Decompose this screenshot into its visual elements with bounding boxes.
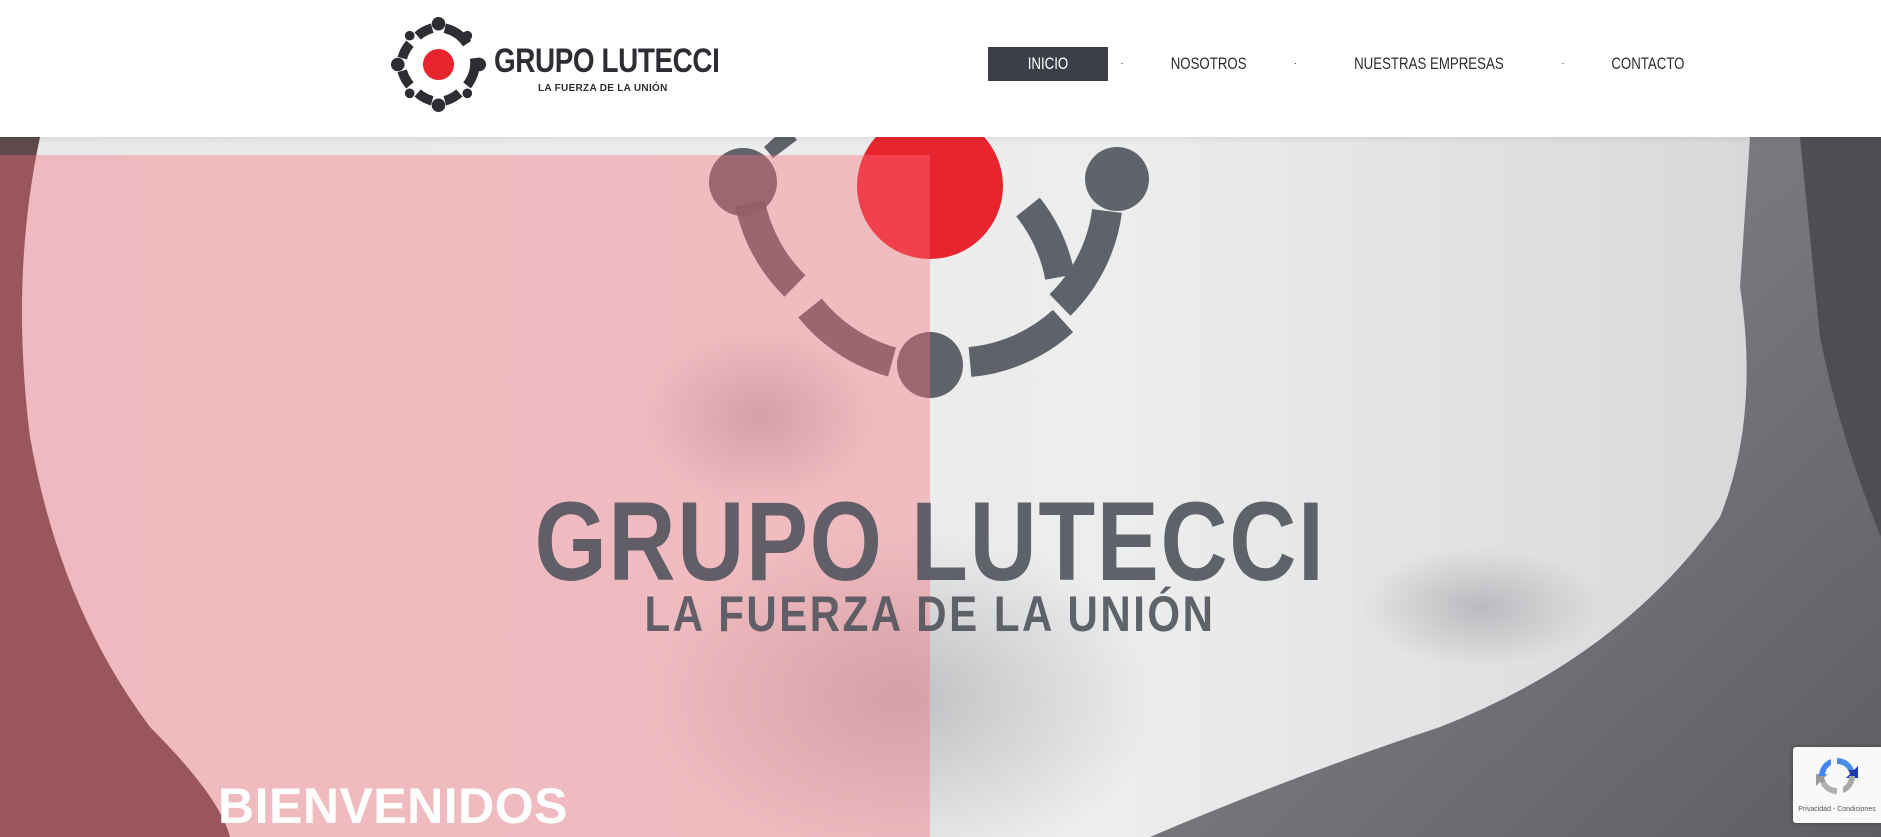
nav-item-nuestras-empresas[interactable]: NUESTRAS EMPRESAS bbox=[1336, 47, 1523, 81]
hero-tagline: LA FUERZA DE LA UNIÓN bbox=[644, 586, 1216, 642]
nav-item-inicio[interactable]: INICIO bbox=[988, 47, 1108, 81]
logo-link[interactable]: GRUPO LUTECCI LA FUERZA DE LA UNIÓN bbox=[390, 16, 720, 113]
hero-banner: GRUPO LUTECCI LA FUERZA DE LA UNIÓN BIEN… bbox=[0, 137, 1881, 837]
logo-tagline: LA FUERZA DE LA UNIÓN bbox=[538, 83, 668, 94]
recaptcha-icon bbox=[1816, 758, 1858, 794]
nav-separator: · bbox=[1293, 58, 1297, 69]
nav-separator: · bbox=[1561, 58, 1565, 69]
recaptcha-badge[interactable]: Privacidad - Condiciones bbox=[1793, 747, 1881, 823]
logo-title: GRUPO LUTECCI bbox=[494, 42, 720, 80]
nav-separator: · bbox=[1120, 58, 1124, 69]
main-nav: INICIO · NOSOTROS · NUESTRAS EMPRESAS · … bbox=[988, 47, 1719, 81]
site-header: GRUPO LUTECCI LA FUERZA DE LA UNIÓN INIC… bbox=[0, 0, 1881, 137]
logo-mark-icon bbox=[390, 16, 487, 113]
nav-item-contacto[interactable]: CONTACTO bbox=[1593, 47, 1704, 81]
welcome-heading: BIENVENIDOS bbox=[218, 778, 569, 834]
nav-item-nosotros[interactable]: NOSOTROS bbox=[1152, 47, 1265, 81]
recaptcha-links[interactable]: Privacidad - Condiciones bbox=[1793, 806, 1881, 813]
